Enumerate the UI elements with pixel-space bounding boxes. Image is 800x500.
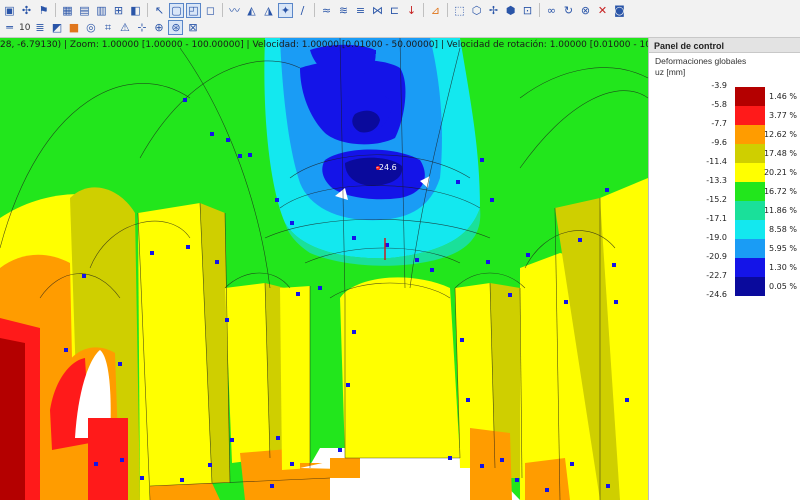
legend-percent: 0.05 % bbox=[769, 282, 797, 291]
pen-icon[interactable]: ∕ bbox=[295, 3, 310, 18]
grid-points-icon[interactable]: ⊹ bbox=[134, 20, 149, 35]
hinge-icon[interactable]: ⋈ bbox=[370, 3, 385, 18]
toolbar-separator bbox=[447, 3, 448, 17]
legend-percent: 12.62 % bbox=[763, 130, 797, 139]
support-icon[interactable]: ≋ bbox=[336, 3, 351, 18]
pointer-icon[interactable]: ↖ bbox=[152, 3, 167, 18]
view-box-icon[interactable]: ▢ bbox=[169, 2, 184, 18]
iso-view-icon[interactable]: ⬡ bbox=[469, 3, 484, 18]
line-type-icon[interactable]: ═ bbox=[2, 20, 17, 35]
legend-percent: 16.72 % bbox=[763, 187, 797, 196]
legend-value: -5.8 bbox=[711, 100, 727, 109]
legend-value: -3.9 bbox=[711, 81, 727, 90]
close-icon[interactable]: ✕ bbox=[595, 3, 610, 18]
legend-value: -17.1 bbox=[706, 214, 727, 223]
flag-icon[interactable]: ⚑ bbox=[36, 3, 51, 18]
wire-view-icon[interactable]: ◻ bbox=[203, 3, 218, 18]
deformation-contour-render bbox=[0, 38, 648, 500]
legend-value: -19.0 bbox=[706, 233, 727, 242]
legend-value: -7.7 bbox=[711, 119, 727, 128]
render-icon[interactable]: ✢ bbox=[486, 3, 501, 18]
legend-percent: 3.77 % bbox=[769, 111, 797, 120]
dimension-icon[interactable]: ⌗ bbox=[100, 20, 115, 35]
toolbar-separator bbox=[55, 3, 56, 17]
toolbar-separator bbox=[423, 3, 424, 17]
snap-icon[interactable]: ⊕ bbox=[151, 20, 166, 35]
legend-percent: 1.46 % bbox=[769, 92, 797, 101]
camera-icon[interactable]: ◙ bbox=[612, 3, 627, 18]
legend-value: -13.3 bbox=[706, 176, 727, 185]
legend-percent: 1.30 % bbox=[769, 263, 797, 272]
legend-value: -9.6 bbox=[711, 138, 727, 147]
warning-icon[interactable]: ⚠ bbox=[117, 20, 132, 35]
link-icon[interactable]: ∞ bbox=[544, 3, 559, 18]
result-unit-label: uz [mm] bbox=[655, 67, 686, 77]
legend-percent: 5.95 % bbox=[769, 244, 797, 253]
deformed-shape-icon[interactable]: 〰 bbox=[227, 3, 242, 18]
line-number[interactable]: 10 bbox=[19, 23, 30, 33]
section-icon[interactable]: ⊏ bbox=[387, 3, 402, 18]
legend-value: -24.6 bbox=[706, 290, 727, 299]
table-icon[interactable]: ▤ bbox=[77, 3, 92, 18]
color-legend: -3.9 -5.8 -7.7 -9.6 -11.4 -13.3 -15.2 -17.1 -19.… bbox=[649, 81, 800, 346]
model-viewport[interactable]: 28, -6.79130) | Zoom: 1.00000 [1.00000 -… bbox=[0, 38, 648, 500]
legend-percent: 11.86 % bbox=[763, 206, 797, 215]
secondary-toolbar: ═ 10 ≣ ◩ ■ ◎ ⌗ ⚠ ⊹ ⊕ ⊛ ⊠ bbox=[0, 18, 800, 38]
max-deformation-label: -24.6 bbox=[376, 163, 397, 172]
line-weight-icon[interactable]: ≣ bbox=[32, 20, 47, 35]
select-tool-icon[interactable]: ▣ bbox=[2, 3, 17, 18]
toolbar-separator bbox=[222, 3, 223, 17]
toolbar-separator bbox=[314, 3, 315, 17]
layers-icon[interactable]: ▥ bbox=[94, 3, 109, 18]
surface-icon[interactable]: ◩ bbox=[49, 20, 64, 35]
solid-icon[interactable]: ■ bbox=[66, 20, 81, 35]
grid-icon[interactable]: ▦ bbox=[60, 3, 75, 18]
frame-view-icon[interactable]: ⊡ bbox=[520, 3, 535, 18]
solid-view-icon[interactable]: ⬢ bbox=[503, 3, 518, 18]
status-bar: 28, -6.79130) | Zoom: 1.00000 [1.00000 -… bbox=[0, 40, 648, 50]
legend-percent: 17.48 % bbox=[763, 149, 797, 158]
toolbar-separator bbox=[147, 3, 148, 17]
results-icon[interactable]: ◮ bbox=[261, 3, 276, 18]
legend-value: -20.9 bbox=[706, 252, 727, 261]
legend-value: -11.4 bbox=[706, 157, 727, 166]
control-panel-title: Panel de control bbox=[649, 38, 800, 53]
control-panel: Panel de control Deformaciones globales … bbox=[648, 38, 800, 500]
legend-value: -15.2 bbox=[706, 195, 727, 204]
view-frame-icon[interactable]: ◰ bbox=[186, 2, 201, 18]
chart-icon[interactable]: ⊿ bbox=[428, 3, 443, 18]
model-view-icon[interactable]: ⬚ bbox=[452, 3, 467, 18]
contour-icon[interactable]: ◭ bbox=[244, 3, 259, 18]
line-style-icon[interactable]: ≈ bbox=[319, 3, 334, 18]
opening-icon[interactable]: ◎ bbox=[83, 20, 98, 35]
legend-value: -22.7 bbox=[706, 271, 727, 280]
clip-icon[interactable]: ⊗ bbox=[578, 3, 593, 18]
node-tool-icon[interactable]: ✣ bbox=[19, 3, 34, 18]
filter-icon[interactable]: ⊞ bbox=[111, 3, 126, 18]
toolbar-separator bbox=[539, 3, 540, 17]
snap-active-icon[interactable]: ⊛ bbox=[168, 20, 184, 35]
object-snap-icon[interactable]: ⊠ bbox=[185, 20, 200, 35]
rotate-icon[interactable]: ↻ bbox=[561, 3, 576, 18]
load-icon[interactable]: ↓ bbox=[404, 3, 419, 18]
legend-percent: 20.21 % bbox=[763, 168, 797, 177]
display-options-icon[interactable]: ◧ bbox=[128, 3, 143, 18]
result-type-label: Deformaciones globales bbox=[655, 56, 747, 66]
legend-percent: 8.58 % bbox=[769, 225, 797, 234]
member-icon[interactable]: ≡ bbox=[353, 3, 368, 18]
main-toolbar: ▣ ✣ ⚑ ▦ ▤ ▥ ⊞ ◧ ↖ ▢ ◰ ◻ 〰 ◭ ◮ ✦ ∕ ≈ ≋ ≡ … bbox=[0, 0, 800, 20]
animation-icon[interactable]: ✦ bbox=[278, 2, 293, 18]
